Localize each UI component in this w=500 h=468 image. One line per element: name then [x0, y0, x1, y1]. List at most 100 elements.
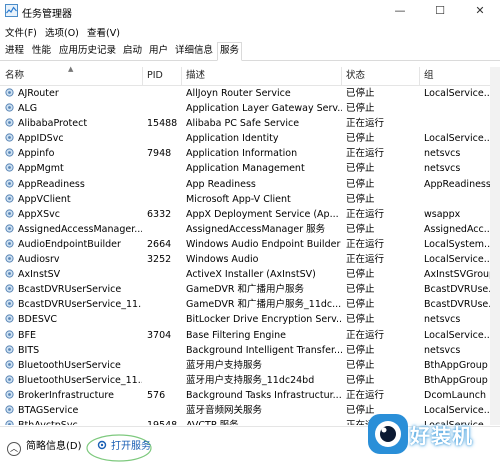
table-row[interactable]: BluetoothUserService_11... 蓝牙用户支持服务_11dc2…: [0, 373, 490, 388]
menu-file[interactable]: 文件(F): [5, 25, 37, 39]
tab-startup[interactable]: 启动: [121, 43, 144, 59]
tab-processes[interactable]: 进程: [3, 43, 26, 59]
service-name-text: AlibabaProtect: [18, 118, 88, 130]
table-row[interactable]: BFE 3704 Base Filtering Engine 正在运行 LocalSer…: [0, 328, 490, 343]
minimize-button[interactable]: —: [380, 0, 420, 22]
cell-desc: AppX Deployment Service (Ap...: [186, 208, 339, 220]
cell-desc: 蓝牙音频网关服务: [186, 404, 263, 416]
cell-desc: 蓝牙用户支持服务_11dc24bd: [186, 374, 315, 386]
column-header-pid[interactable]: PID: [142, 67, 185, 85]
service-name-text: BthAvctpSvc: [18, 420, 78, 425]
cell-status: 已停止: [346, 344, 375, 356]
service-gear-icon: [5, 254, 14, 263]
table-row[interactable]: AssignedAccessManager... AssignedAccessMa…: [0, 222, 490, 237]
vertical-scrollbar[interactable]: [490, 67, 500, 425]
cell-name: AppIDSvc: [4, 131, 142, 146]
chevron-up-icon: ︿: [7, 442, 21, 456]
cell-group: LocalService...: [424, 329, 490, 341]
table-row[interactable]: Audiosrv 3252 Windows Audio 正在运行 LocalServic…: [0, 252, 490, 267]
service-name-text: ALG: [18, 103, 38, 115]
tab-app-history[interactable]: 应用历史记录: [57, 43, 118, 59]
cell-group: AppReadiness: [424, 178, 490, 190]
cell-name: BluetoothUserService_11...: [4, 373, 142, 388]
cell-desc: AllJoyn Router Service: [186, 88, 291, 99]
menu-options[interactable]: 选项(O): [45, 25, 79, 39]
table-row[interactable]: AppXSvc 6332 AppX Deployment Service (Ap..…: [0, 207, 490, 222]
tab-details[interactable]: 详细信息: [173, 43, 215, 59]
open-services-link[interactable]: 打开服务: [96, 439, 151, 455]
menu-view[interactable]: 查看(V): [87, 25, 120, 39]
service-name-text: AppMgmt: [18, 163, 64, 175]
column-header-description[interactable]: 描述: [181, 67, 344, 85]
cell-status: 正在运行: [346, 329, 385, 341]
service-gear-icon: [5, 209, 14, 218]
column-header-name[interactable]: 名称: [0, 67, 145, 85]
tab-users[interactable]: 用户: [147, 43, 170, 59]
cell-desc: AssignedAccessManager 服务: [186, 223, 326, 235]
cell-desc: App Readiness: [186, 178, 256, 190]
table-row[interactable]: ALG Application Layer Gateway Serv... 已停止: [0, 101, 490, 116]
table-row[interactable]: BrokerInfrastructure 576 Background Tasks …: [0, 388, 490, 403]
cell-status: 已停止: [346, 299, 375, 311]
service-name-text: BFE: [18, 329, 36, 341]
cell-desc: Microsoft App-V Client: [186, 193, 291, 205]
service-name-text: BcastDVRUserService_11...: [18, 299, 142, 311]
cell-status: 已停止: [346, 163, 375, 175]
watermark-badge-icon: [368, 414, 408, 454]
table-row[interactable]: BcastDVRUserService_11... GameDVR 和广播用户服务…: [0, 297, 490, 312]
table-row[interactable]: AlibabaProtect 15488 Alibaba PC Safe Servi…: [0, 116, 490, 131]
table-row[interactable]: AppReadiness App Readiness 已停止 AppReadiness: [0, 177, 490, 192]
tab-performance[interactable]: 性能: [30, 43, 53, 59]
cell-status: 正在运行: [346, 118, 385, 130]
cell-group: BthAppGroup: [424, 374, 488, 386]
service-gear-icon: [5, 178, 14, 188]
service-name-text: AppReadiness: [18, 178, 85, 190]
cell-desc: BitLocker Drive Encryption Serv...: [186, 314, 342, 326]
cell-desc: GameDVR 和广播用户服务: [186, 284, 305, 296]
maximize-button[interactable]: ☐: [420, 0, 460, 22]
cell-desc: GameDVR 和广播用户服务_11dc...: [186, 299, 342, 311]
table-row[interactable]: AudioEndpointBuilder 2664 Windows Audio En…: [0, 237, 490, 252]
service-name-text: AppVClient: [18, 193, 71, 205]
cell-name: AxInstSV: [4, 267, 142, 282]
table-row[interactable]: BITS Background Intelligent Transfer... 已停…: [0, 343, 490, 358]
column-header-status[interactable]: 状态: [341, 67, 422, 85]
table-row[interactable]: BcastDVRUserService GameDVR 和广播用户服务 已停止 Bca…: [0, 282, 490, 297]
service-gear-icon: [5, 405, 14, 414]
cell-pid: 3704: [147, 329, 172, 341]
table-row[interactable]: AppMgmt Application Management 已停止 netsvcs: [0, 161, 490, 176]
cell-name: BDESVC: [4, 312, 142, 327]
tab-services[interactable]: 服务: [217, 42, 243, 61]
service-name-text: AppXSvc: [18, 208, 60, 220]
service-gear-icon: [5, 269, 14, 278]
cell-name: AppXSvc: [4, 207, 142, 222]
service-gear-icon: [5, 344, 14, 354]
cell-status: 已停止: [346, 133, 375, 145]
table-row[interactable]: AJRouter AllJoyn Router Service 已停止 LocalSe…: [0, 86, 490, 101]
table-row[interactable]: BluetoothUserService 蓝牙用户支持服务 已停止 BthAppGro…: [0, 358, 490, 373]
service-name-text: BluetoothUserService: [18, 359, 121, 371]
task-manager-icon: [5, 4, 18, 17]
cell-desc: AVCTP 服务: [186, 418, 342, 425]
service-name-text: BrokerInfrastructure: [18, 389, 114, 401]
cell-name: AppVClient: [4, 192, 142, 207]
table-row[interactable]: AxInstSV ActiveX Installer (AxInstSV) 已停止 A…: [0, 267, 490, 282]
table-row[interactable]: AppVClient Microsoft App-V Client 已停止: [0, 192, 490, 207]
table-row[interactable]: Appinfo 7948 Application Information 正在运行 ne…: [0, 146, 490, 161]
cell-pid: 3252: [147, 254, 172, 266]
close-button[interactable]: ✕: [460, 0, 500, 22]
fewer-details-button[interactable]: ︿ 简略信息(D): [7, 439, 82, 456]
cell-group: AssignedAcc...: [424, 223, 490, 235]
cell-status: 正在运行: [346, 208, 385, 220]
cell-group: LocalService...: [424, 133, 490, 145]
table-row[interactable]: BDESVC BitLocker Drive Encryption Serv...…: [0, 312, 490, 327]
table-row[interactable]: AppIDSvc Application Identity 已停止 LocalServ…: [0, 131, 490, 146]
column-header-group[interactable]: 组: [419, 67, 494, 85]
service-name-text: Audiosrv: [18, 254, 60, 266]
cell-desc: Application Information: [186, 148, 298, 160]
cell-status: 正在运行: [346, 389, 385, 401]
cell-group: LocalSystem...: [424, 238, 490, 250]
cell-pid: 15488: [147, 118, 178, 130]
cell-name: AlibabaProtect: [4, 116, 142, 131]
cell-name: BrokerInfrastructure: [4, 388, 142, 403]
